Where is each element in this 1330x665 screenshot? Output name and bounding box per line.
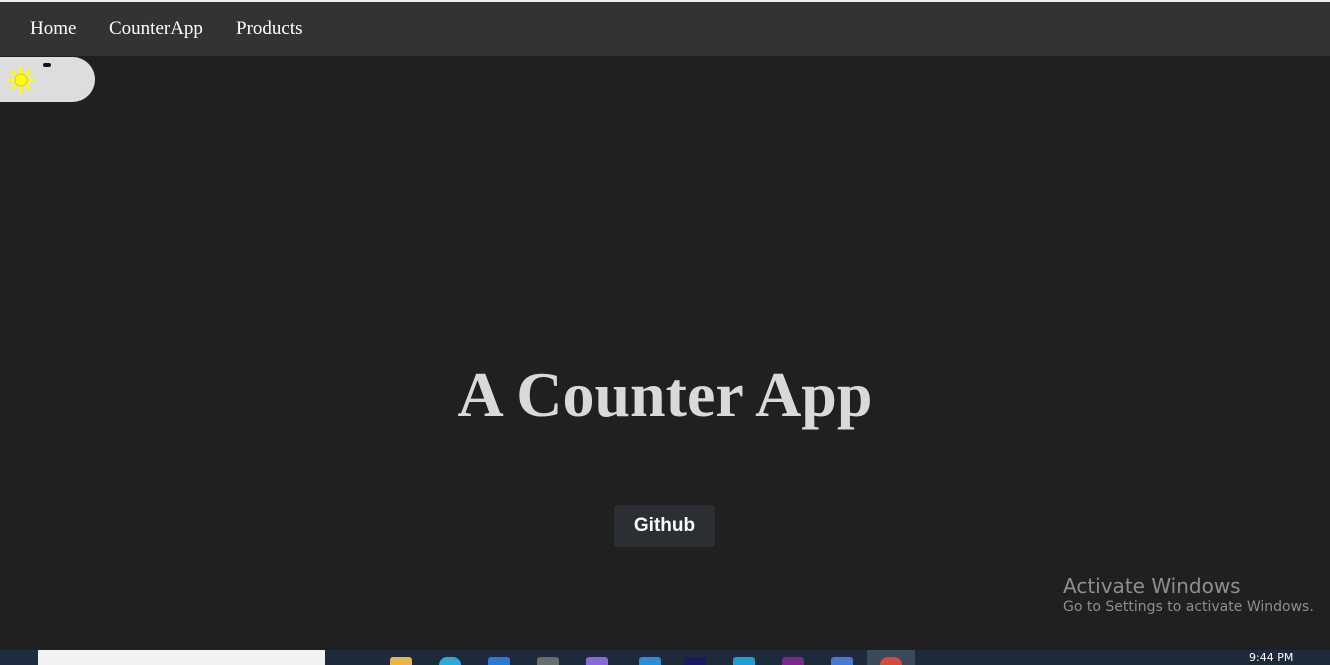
chrome-icon[interactable] — [880, 657, 902, 665]
calculator-icon[interactable] — [537, 657, 559, 665]
app-icon[interactable] — [831, 657, 853, 665]
nav-link-counterapp[interactable]: CounterApp — [109, 18, 203, 40]
github-button[interactable]: Github — [614, 505, 715, 547]
app-icon[interactable] — [586, 657, 608, 665]
app-icon[interactable] — [733, 657, 755, 665]
nav-link-home[interactable]: Home — [30, 18, 76, 40]
activate-windows-title: Activate Windows — [1063, 574, 1241, 598]
taskbar-clock[interactable]: 9:44 PM — [1249, 652, 1293, 664]
file-explorer-icon[interactable] — [390, 657, 412, 665]
activate-windows-subtitle: Go to Settings to activate Windows. — [1063, 599, 1314, 615]
vscode-icon[interactable] — [639, 657, 661, 665]
start-button[interactable] — [0, 650, 38, 665]
taskbar-search-input[interactable] — [38, 650, 325, 665]
store-icon[interactable] — [488, 657, 510, 665]
sun-icon — [7, 66, 35, 94]
toggle-knob — [43, 63, 51, 67]
nav-link-products[interactable]: Products — [236, 18, 303, 40]
navbar: Home CounterApp Products — [0, 2, 1330, 56]
taskbar: 9:44 PM — [0, 650, 1330, 665]
page-title: A Counter App — [457, 359, 873, 430]
app-icon[interactable] — [782, 657, 804, 665]
edge-icon[interactable] — [439, 657, 461, 665]
app-icon[interactable] — [684, 657, 706, 665]
theme-toggle[interactable] — [0, 57, 95, 102]
